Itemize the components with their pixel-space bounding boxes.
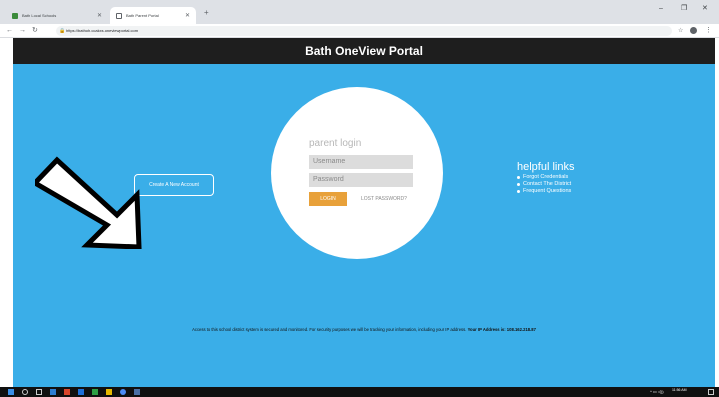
link-frequent-questions[interactable]: Frequent Questions xyxy=(517,188,571,195)
app-green-icon[interactable] xyxy=(92,389,98,395)
page-title: Bath OneView Portal xyxy=(305,44,423,58)
tab-bath-local-schools[interactable]: Bath Local Schools ✕ xyxy=(6,7,108,24)
helpful-links-title: helpful links xyxy=(517,161,575,173)
link-contact-district[interactable]: Contact The District xyxy=(517,181,571,188)
password-input[interactable]: Password xyxy=(309,173,413,187)
link-label: Contact The District xyxy=(523,181,572,187)
link-forgot-credentials[interactable]: Forgot Credentials xyxy=(517,174,571,181)
forward-arrow-icon[interactable]: → xyxy=(19,26,26,36)
school-favicon-icon xyxy=(12,12,18,19)
task-view-icon[interactable] xyxy=(36,389,42,395)
browser-tab-bar: Bath Local Schools ✕ Bath Parent Portal … xyxy=(0,0,719,24)
tab-label: Bath Local Schools xyxy=(22,13,57,18)
taskbar-clock[interactable]: 11:56 AM xyxy=(672,388,687,392)
tab-close-icon[interactable]: ✕ xyxy=(185,12,190,19)
lost-password-link[interactable]: LOST PASSWORD? xyxy=(361,192,407,206)
tab-label: Bath Parent Portal xyxy=(126,13,159,18)
bullet-icon xyxy=(517,190,520,193)
file-explorer-icon[interactable] xyxy=(106,389,112,395)
url-input[interactable]: 🔒 https://bathoh.ccakxs.oneviewportal.co… xyxy=(56,26,672,36)
bookmark-star-icon[interactable]: ☆ xyxy=(678,26,683,36)
security-notice: Access to this school district system is… xyxy=(13,327,715,332)
back-arrow-icon[interactable]: ← xyxy=(6,26,13,36)
notification-icon[interactable] xyxy=(708,389,714,395)
reload-icon[interactable]: ↻ xyxy=(32,26,38,36)
link-label: Forgot Credentials xyxy=(523,174,569,180)
screen: Bath Local Schools ✕ Bath Parent Portal … xyxy=(0,0,719,397)
restore-icon[interactable]: ❐ xyxy=(681,4,687,14)
profile-avatar-icon[interactable] xyxy=(690,27,697,34)
link-label: Frequent Questions xyxy=(523,188,572,194)
search-icon[interactable] xyxy=(22,389,28,395)
chrome-icon[interactable] xyxy=(120,389,126,395)
page-header: Bath OneView Portal xyxy=(13,38,715,64)
windows-taskbar: ^ ▭ ◁)) 11:56 AM xyxy=(0,387,719,397)
new-tab-plus-icon[interactable]: + xyxy=(204,7,209,19)
system-tray-icons[interactable]: ^ ▭ ◁)) xyxy=(650,389,664,395)
browser-menu-icon[interactable]: ⋮ xyxy=(705,26,712,36)
minimize-icon[interactable]: – xyxy=(659,4,663,14)
lock-icon: 🔒 xyxy=(59,28,66,34)
ip-address-text: Your IP Address is: 108.162.218.87 xyxy=(467,327,536,332)
security-notice-text: Access to this school district system is… xyxy=(192,327,467,332)
app-icon[interactable] xyxy=(134,389,140,395)
login-button[interactable]: LOGIN xyxy=(309,192,347,206)
browser-address-bar: ← → ↻ 🔒 https://bathoh.ccakxs.oneviewpor… xyxy=(0,24,719,38)
username-input[interactable]: Username xyxy=(309,155,413,169)
app-blue-icon[interactable] xyxy=(78,389,84,395)
main-content: parent login Username Password LOGIN LOS… xyxy=(13,64,715,387)
tab-bath-parent-portal[interactable]: Bath Parent Portal ✕ xyxy=(110,7,196,24)
annotation-arrow-icon xyxy=(35,156,142,249)
ie-icon[interactable] xyxy=(50,389,56,395)
url-text: https://bathoh.ccakxs.oneviewportal.com xyxy=(66,28,139,33)
helpful-links-list: Forgot Credentials Contact The District … xyxy=(517,174,571,195)
app-red-icon[interactable] xyxy=(64,389,70,395)
bullet-icon xyxy=(517,176,520,179)
create-account-label: Create A New Account xyxy=(149,181,199,188)
login-title: parent login xyxy=(309,138,362,149)
bullet-icon xyxy=(517,183,520,186)
tab-close-icon[interactable]: ✕ xyxy=(97,12,102,19)
page-favicon-icon xyxy=(116,12,122,19)
windows-start-icon[interactable] xyxy=(8,389,14,395)
close-window-icon[interactable]: ✕ xyxy=(702,4,708,14)
